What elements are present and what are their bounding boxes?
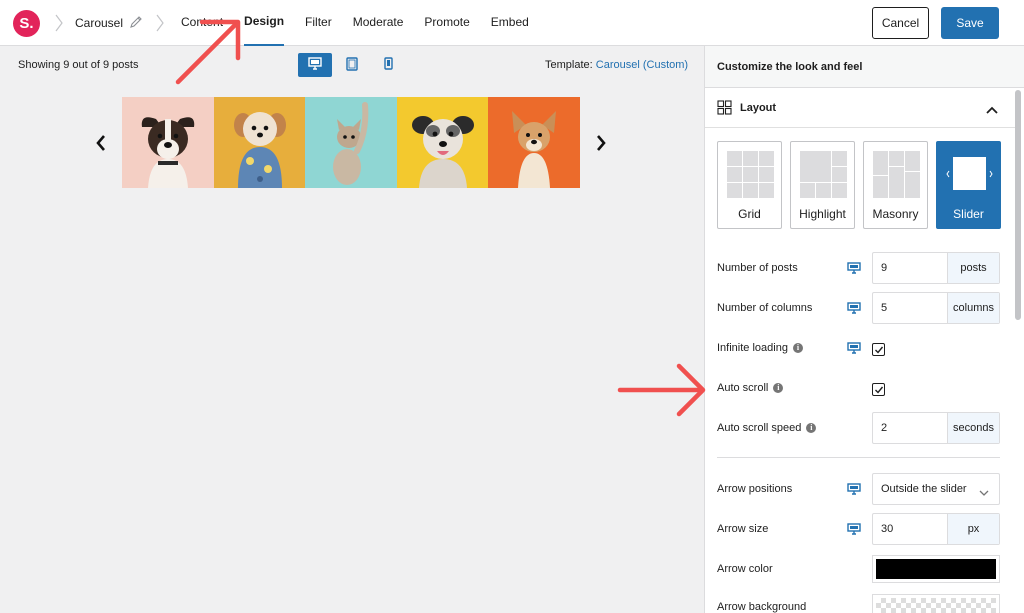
desktop-icon[interactable]: [847, 342, 861, 354]
edit-title-icon[interactable]: [129, 15, 143, 29]
tab-promote[interactable]: Promote: [424, 0, 469, 46]
desktop-icon[interactable]: [847, 523, 861, 535]
auto-scroll-speed-label: Auto scroll speed i: [717, 422, 817, 434]
feed-title: Carousel: [75, 16, 124, 30]
num-posts-input[interactable]: 9 posts: [872, 252, 1000, 284]
slide-dog-1[interactable]: [122, 97, 214, 188]
tablet-view-button[interactable]: [335, 53, 369, 77]
color-swatch: [876, 598, 996, 613]
layout-option-grid[interactable]: Grid: [717, 141, 782, 229]
arrow-background-label: Arrow background: [717, 601, 807, 613]
save-button[interactable]: Save: [941, 7, 999, 39]
cancel-button[interactable]: Cancel: [872, 7, 929, 39]
infinite-loading-checkbox[interactable]: [872, 343, 885, 356]
slide-dog-2[interactable]: [213, 97, 306, 188]
chevron-down-icon: [979, 486, 989, 500]
layout-section-header[interactable]: Layout: [705, 88, 1015, 128]
mobile-view-button[interactable]: [371, 53, 405, 77]
layout-option-label: Slider: [953, 207, 984, 221]
arrow-size-label: Arrow size: [717, 523, 769, 535]
num-columns-input[interactable]: 5 columns: [872, 292, 1000, 324]
tablet-icon: [346, 56, 358, 74]
num-posts-label: Number of posts: [717, 262, 798, 274]
desktop-icon: [308, 57, 322, 73]
arrow-positions-label: Arrow positions: [717, 483, 793, 495]
chevron-right-icon: [155, 14, 165, 32]
tab-filter[interactable]: Filter: [305, 0, 332, 46]
post-count: Showing 9 out of 9 posts: [18, 59, 139, 71]
layout-option-label: Grid: [738, 207, 761, 221]
arrow-background-picker[interactable]: [872, 594, 1000, 613]
slider-layout-icon: [946, 151, 993, 198]
arrow-size-input[interactable]: 30 px: [872, 513, 1000, 545]
section-title: Layout: [740, 102, 777, 114]
grid-layout-icon: [727, 151, 774, 198]
carousel-prev-arrow[interactable]: [95, 134, 107, 152]
panel-title: Customize the look and feel: [717, 61, 863, 73]
auto-scroll-speed-input[interactable]: 2 seconds: [872, 412, 1000, 444]
template-info: Template: Carousel (Custom): [545, 59, 688, 71]
color-swatch: [876, 559, 996, 579]
panel-header: Customize the look and feel: [705, 46, 1024, 88]
desktop-view-button[interactable]: [298, 53, 332, 77]
info-icon[interactable]: i: [806, 423, 817, 433]
tab-embed[interactable]: Embed: [491, 0, 529, 46]
auto-scroll-label: Auto scroll i: [717, 382, 784, 394]
num-columns-label: Number of columns: [717, 302, 813, 314]
arrow-positions-select[interactable]: Outside the slider: [872, 473, 1000, 505]
template-link[interactable]: Carousel (Custom): [596, 59, 688, 71]
slide-dog-3[interactable]: [396, 97, 489, 188]
layout-option-label: Masonry: [872, 207, 919, 221]
template-label: Template:: [545, 59, 593, 71]
unit-label: posts: [947, 253, 999, 283]
masonry-layout-icon: [873, 151, 920, 198]
desktop-icon[interactable]: [847, 262, 861, 274]
section-divider: [717, 457, 1000, 458]
carousel-next-arrow[interactable]: [595, 134, 607, 152]
customize-panel: Customize the look and feel Layout Grid …: [704, 46, 1024, 613]
arrow-color-label: Arrow color: [717, 563, 773, 575]
annotation-arrow-auto-scroll: [617, 363, 706, 417]
desktop-icon[interactable]: [847, 302, 861, 314]
slide-cat[interactable]: [305, 97, 397, 188]
slide-dog-4[interactable]: [488, 97, 580, 188]
layout-option-masonry[interactable]: Masonry: [863, 141, 928, 229]
tab-moderate[interactable]: Moderate: [353, 0, 404, 46]
layout-grid-icon: [717, 100, 732, 118]
layout-option-slider[interactable]: Slider: [936, 141, 1001, 229]
unit-label: columns: [947, 293, 999, 323]
tab-design[interactable]: Design: [244, 0, 285, 46]
panel-scrollbar[interactable]: [1015, 90, 1021, 320]
logo[interactable]: S.: [13, 10, 40, 37]
chevron-up-icon[interactable]: [986, 103, 998, 117]
mobile-icon: [383, 57, 393, 73]
auto-scroll-checkbox[interactable]: [872, 383, 885, 396]
info-icon[interactable]: i: [773, 383, 784, 393]
unit-label: px: [947, 514, 999, 544]
carousel: [122, 97, 580, 188]
infinite-loading-label: Infinite loading i: [717, 342, 803, 354]
info-icon[interactable]: i: [792, 343, 803, 353]
unit-label: seconds: [947, 413, 999, 443]
layout-option-label: Highlight: [799, 207, 846, 221]
chevron-right-icon: [54, 14, 64, 32]
layout-option-highlight[interactable]: Highlight: [790, 141, 855, 229]
top-bar: S. Carousel Content Design Filter Modera…: [0, 0, 1024, 46]
annotation-arrow-design-tab: [175, 19, 241, 85]
desktop-icon[interactable]: [847, 483, 861, 495]
arrow-color-picker[interactable]: [872, 555, 1000, 583]
highlight-layout-icon: [800, 151, 847, 198]
